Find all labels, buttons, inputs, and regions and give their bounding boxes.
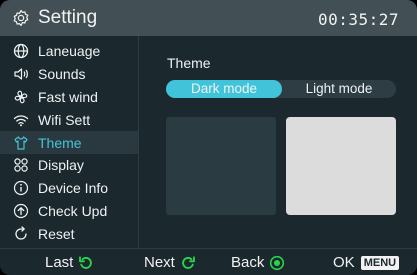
display-grid-icon	[14, 158, 28, 173]
sidebar-item-check-update[interactable]: Check Upd	[10, 200, 138, 223]
clock: 00:35:27	[317, 10, 399, 29]
next-label: Next	[144, 254, 175, 271]
sidebar-item-language[interactable]: Laneuage	[10, 40, 138, 63]
sidebar-item-label: Reset	[38, 225, 75, 242]
sidebar-item-label: Check Upd	[38, 202, 108, 219]
last-hint[interactable]: Last	[45, 254, 94, 271]
last-label: Last	[45, 254, 74, 271]
sidebar-item-theme[interactable]: Theme	[0, 131, 138, 154]
sidebar-item-sounds[interactable]: Sounds	[10, 63, 138, 86]
bottom-hint-bar: Last Next Back OK MENU	[0, 248, 417, 275]
globe-icon	[13, 44, 29, 59]
settings-screen: Setting 00:35:27 Laneuage Sounds Fast wi…	[0, 0, 417, 275]
ok-label: OK	[333, 254, 355, 271]
menu-key-badge: MENU	[360, 255, 400, 270]
info-icon	[13, 181, 29, 196]
theme-section-label: Theme	[167, 55, 211, 71]
sidebar-item-label: Laneuage	[38, 43, 101, 60]
page-title: Setting	[38, 7, 98, 28]
sidebar-item-label: Device Info	[38, 180, 109, 197]
sidebar: Laneuage Sounds Fast wind Wifi Sett Them…	[0, 40, 138, 245]
record-button-icon	[270, 255, 285, 270]
sidebar-item-display[interactable]: Display	[10, 154, 138, 177]
reset-icon	[15, 226, 27, 240]
rotate-left-icon	[79, 255, 93, 269]
wifi-icon	[13, 115, 29, 127]
upload-icon	[13, 203, 29, 219]
sidebar-item-label: Fast wind	[38, 88, 98, 105]
dark-mode-option[interactable]: Dark mode	[166, 80, 282, 98]
rotate-right-icon	[182, 255, 195, 269]
title-bar: Setting 00:35:27	[0, 0, 417, 36]
theme-toggle[interactable]: Dark mode Light mode	[166, 80, 396, 98]
light-mode-option[interactable]: Light mode	[282, 80, 396, 98]
sidebar-item-wifi-settings[interactable]: Wifi Sett	[10, 108, 138, 131]
sidebar-item-label: Sounds	[38, 66, 86, 83]
dark-theme-preview[interactable]	[166, 117, 276, 215]
light-theme-preview[interactable]	[286, 117, 396, 215]
sidebar-item-label: Display	[38, 157, 84, 174]
next-hint[interactable]: Next	[144, 254, 196, 271]
sidebar-item-label: Wifi Sett	[38, 111, 91, 128]
sidebar-item-fast-wind[interactable]: Fast wind	[10, 86, 138, 109]
gear-icon	[13, 9, 29, 27]
ok-hint[interactable]: OK MENU	[333, 254, 400, 271]
sidebar-divider	[138, 36, 139, 248]
sidebar-item-reset[interactable]: Reset	[10, 222, 138, 245]
fan-icon	[14, 90, 28, 104]
back-label: Back	[231, 254, 265, 271]
sidebar-item-device-info[interactable]: Device Info	[10, 177, 138, 200]
back-hint[interactable]: Back	[231, 254, 285, 271]
speaker-icon	[14, 68, 28, 80]
shirt-icon	[14, 135, 28, 150]
sidebar-item-label: Theme	[38, 134, 82, 151]
